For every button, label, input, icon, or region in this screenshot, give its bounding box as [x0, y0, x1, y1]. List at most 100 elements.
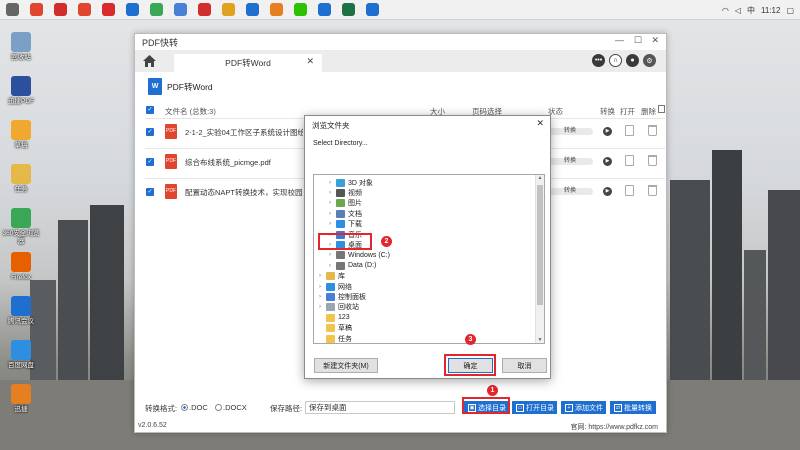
qq-icon[interactable]	[222, 3, 235, 16]
folder-tree[interactable]: ▲ ▼ › 3D 对象 › 视频 › 图片 › 文档 › 下载 › 音乐 › 桌面 › Windows (C:…	[313, 174, 545, 344]
tab-pdf-to-word[interactable]: PDF转Word ✕	[174, 54, 322, 72]
wechat-icon[interactable]	[294, 3, 307, 16]
open-file-icon[interactable]	[625, 185, 634, 196]
expand-arrow-icon[interactable]: ›	[327, 180, 333, 186]
home-icon[interactable]	[141, 53, 157, 69]
expand-arrow-icon[interactable]: ›	[327, 263, 333, 269]
expand-arrow-icon[interactable]: ›	[317, 294, 323, 300]
library-icon	[326, 272, 335, 281]
tab-close-icon[interactable]: ✕	[306, 56, 314, 67]
tree-node[interactable]: › 图片	[327, 198, 362, 209]
open-file-icon[interactable]	[625, 155, 634, 166]
desktop-item[interactable]: 草稿	[2, 120, 40, 150]
select-all-checkbox[interactable]: ✓	[146, 106, 154, 114]
desktop-item-label: 百度网盘	[8, 362, 34, 369]
tree-scrollbar[interactable]: ▲ ▼	[535, 175, 544, 343]
notification-icon[interactable]: ▢	[786, 6, 794, 15]
play-icon[interactable]: ▶	[603, 187, 612, 196]
tree-node[interactable]: › 文档	[327, 208, 362, 219]
recycle-bin-icon	[326, 303, 335, 312]
desktop-item[interactable]: 任务	[2, 164, 40, 194]
tree-node[interactable]: › 下载	[327, 219, 362, 230]
minimize-button[interactable]: —	[615, 35, 624, 45]
pdf-icon[interactable]	[102, 3, 115, 16]
file-checkbox[interactable]: ✓	[146, 128, 154, 136]
headset-icon[interactable]: ∩	[609, 54, 622, 67]
batch-convert-button[interactable]: ⇄ 批量转换	[610, 401, 656, 414]
dialog-close-button[interactable]: ✕	[536, 118, 544, 129]
tree-node[interactable]: 123	[317, 312, 350, 323]
expand-arrow-icon[interactable]: ›	[317, 304, 323, 310]
tree-node[interactable]: › 视频	[327, 187, 362, 198]
new-folder-button[interactable]: 新建文件夹(M)	[314, 358, 378, 373]
netease-icon[interactable]	[78, 3, 91, 16]
user-icon[interactable]: ●	[626, 54, 639, 67]
website-text[interactable]: 官网: https://www.pdfkz.com	[570, 422, 658, 432]
video-icon[interactable]	[198, 3, 211, 16]
scroll-down-icon[interactable]: ▼	[536, 337, 544, 343]
pdfkz-icon[interactable]	[366, 3, 379, 16]
expand-arrow-icon[interactable]: ›	[317, 284, 323, 290]
volume-tray-icon[interactable]: ◁	[735, 6, 741, 15]
file-checkbox[interactable]: ✓	[146, 158, 154, 166]
edge-icon[interactable]	[126, 3, 139, 16]
tree-node[interactable]: › Windows (C:)	[327, 250, 390, 261]
open-file-icon[interactable]	[625, 125, 634, 136]
recorder-icon[interactable]	[30, 3, 43, 16]
tree-node-label: 回收站	[338, 304, 359, 312]
desktop-item[interactable]: 360安全浏览器	[2, 208, 40, 246]
desktop-item[interactable]: 迅捷	[2, 384, 40, 414]
chat-icon[interactable]: •••	[592, 54, 605, 67]
expand-arrow-icon[interactable]: ›	[317, 273, 323, 279]
expand-arrow-icon[interactable]: ›	[327, 211, 333, 217]
desktop-item[interactable]: 回收站	[2, 32, 40, 62]
app-icon[interactable]	[270, 3, 283, 16]
app-icon[interactable]	[318, 3, 331, 16]
chrome-icon[interactable]	[150, 3, 163, 16]
tree-node[interactable]: 任务	[317, 333, 352, 343]
format-docx-radio[interactable]	[215, 404, 222, 411]
tree-node[interactable]: › 回收站	[317, 302, 359, 313]
scroll-thumb[interactable]	[537, 185, 543, 305]
play-icon[interactable]: ▶	[603, 157, 612, 166]
desktop-item[interactable]: 百度网盘	[2, 340, 40, 370]
desktop-item-label: 任务	[14, 186, 28, 193]
desktop-item[interactable]: 腾讯会议	[2, 296, 40, 326]
open-dir-button[interactable]: ▭ 打开目录	[512, 401, 557, 414]
trash-icon[interactable]	[648, 125, 657, 136]
trash-icon[interactable]	[648, 185, 657, 196]
maximize-button[interactable]: ☐	[634, 35, 642, 46]
expand-arrow-icon[interactable]: ›	[327, 200, 333, 206]
file-checkbox[interactable]: ✓	[146, 188, 154, 196]
excel-icon[interactable]	[342, 3, 355, 16]
tree-node[interactable]: › 网络	[317, 281, 352, 292]
ime-indicator[interactable]: 中	[747, 5, 755, 16]
expand-arrow-icon[interactable]: ›	[327, 190, 333, 196]
tree-node[interactable]: › 库	[317, 271, 345, 282]
expand-arrow-icon[interactable]: ›	[327, 252, 333, 258]
search-icon[interactable]	[6, 3, 19, 16]
tree-node[interactable]: 草稿	[317, 323, 352, 334]
trash-icon[interactable]	[648, 155, 657, 166]
network-tray-icon[interactable]: ◠	[722, 6, 729, 15]
expand-arrow-icon[interactable]: ›	[327, 221, 333, 227]
save-path-field[interactable]: 保存到桌面	[305, 401, 455, 414]
delete-all-icon[interactable]	[658, 105, 665, 113]
scroll-up-icon[interactable]: ▲	[536, 175, 544, 181]
add-file-button[interactable]: + 添加文件	[561, 401, 606, 414]
bottom-toolbar: 转换格式: .DOC .DOCX 保存路径: 保存到桌面 ▣ 选择目录 ▭ 打开目录…	[135, 398, 666, 418]
app-icon[interactable]	[174, 3, 187, 16]
monitor-icon[interactable]	[246, 3, 259, 16]
clock[interactable]: 11:12	[761, 6, 780, 15]
play-icon[interactable]: ▶	[603, 127, 612, 136]
music-icon[interactable]	[54, 3, 67, 16]
gear-icon[interactable]: ⚙	[643, 54, 656, 67]
tree-node[interactable]: › 控制面板	[317, 291, 366, 302]
desktop-item[interactable]: Firefox	[2, 252, 40, 282]
close-button[interactable]: ✕	[651, 35, 659, 46]
desktop-item[interactable]: 迅捷PDF	[2, 76, 40, 106]
tree-node[interactable]: › Data (D:)	[327, 260, 376, 271]
cancel-button[interactable]: 取消	[502, 358, 547, 373]
tree-node[interactable]: › 3D 对象	[327, 177, 373, 188]
format-doc-radio[interactable]	[181, 404, 188, 411]
